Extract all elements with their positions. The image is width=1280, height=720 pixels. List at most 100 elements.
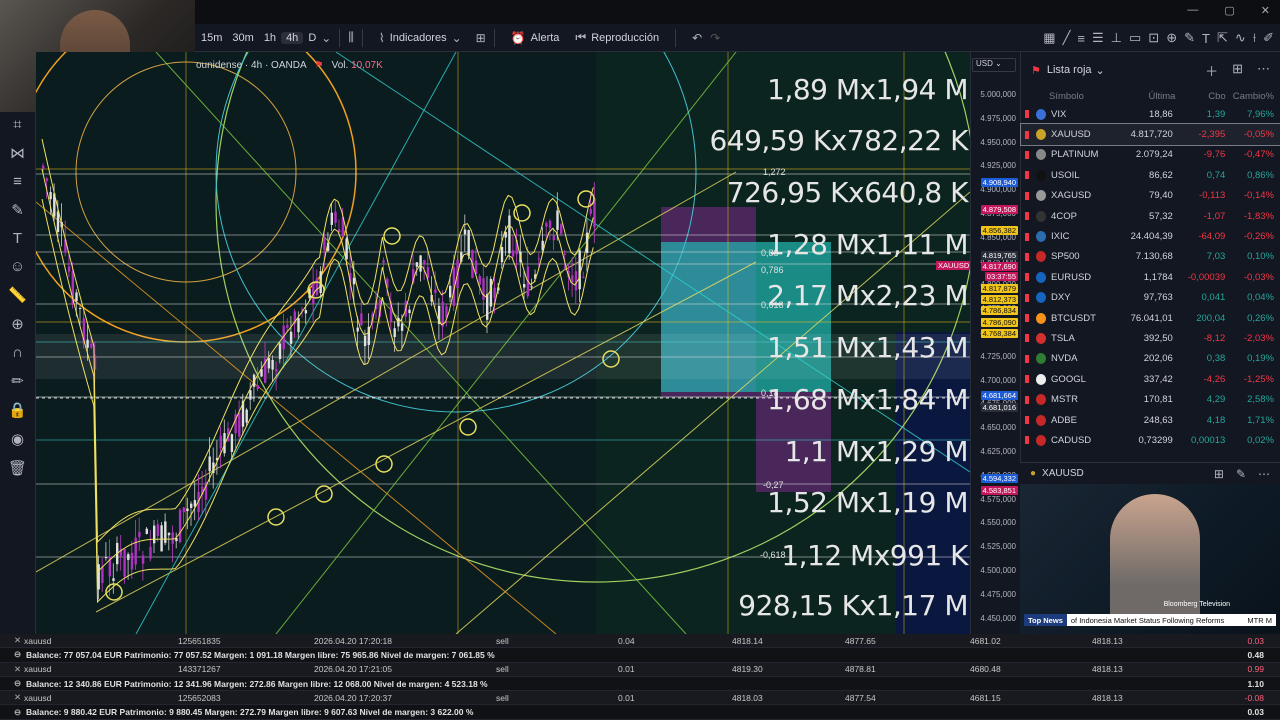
watchlist-row[interactable]: XAGUSD 79,40 -0,113 -0,14% <box>1021 186 1280 206</box>
text-icon[interactable]: T <box>13 230 22 247</box>
watchlist-row[interactable]: USOIL 86,62 0,74 0,86% <box>1021 165 1280 185</box>
col-change[interactable]: Cbo <box>1175 91 1225 102</box>
flag-icon <box>1025 334 1029 343</box>
fib-icon[interactable]: ☰ <box>1092 30 1104 46</box>
layout-icon[interactable]: ⊞ <box>1232 61 1243 80</box>
rectangle-icon[interactable]: ▭ <box>1129 30 1141 46</box>
zoom-icon[interactable]: ⊕ <box>11 315 24 333</box>
trendline-icon[interactable]: ╱ <box>1063 30 1071 46</box>
chevron-down-icon[interactable]: ⌄ <box>321 31 331 45</box>
more-icon[interactable]: ⋯ <box>1257 61 1270 80</box>
magnet-icon[interactable]: ∩ <box>12 344 23 361</box>
timeframe-30m[interactable]: 30m <box>227 32 258 44</box>
close-icon[interactable]: ✕ <box>14 692 21 703</box>
chevron-down-icon[interactable]: ⌄ <box>1096 64 1105 77</box>
lines-icon[interactable]: ≡ <box>13 173 22 190</box>
watchlist-row[interactable]: IXIC 24.404,39 -64,09 -0,26% <box>1021 226 1280 246</box>
close-icon[interactable]: ✕ <box>14 635 21 646</box>
hlines-icon[interactable]: ≡ <box>1077 31 1085 46</box>
price-tag: 4.786,834 <box>980 306 1018 315</box>
col-last[interactable]: Última <box>1123 91 1176 102</box>
pattern-icon[interactable]: ⋈ <box>10 144 25 162</box>
circle-icon[interactable]: ⊕ <box>1166 30 1177 46</box>
ruler-icon[interactable]: 📏 <box>8 286 27 304</box>
watchlist-row[interactable]: BTCUSDT 76.041,01 200,04 0,26% <box>1021 308 1280 328</box>
close-icon[interactable]: ✕ <box>1261 4 1270 17</box>
candles-icon[interactable]: ⫼ <box>348 30 354 45</box>
text-icon[interactable]: T <box>1202 31 1210 46</box>
detail-symbol[interactable]: XAUUSD <box>1042 468 1084 479</box>
pen-icon[interactable]: ✐ <box>1263 30 1274 46</box>
balance-row: ⊖ Balance: 77 057.04 EUR Patrimonio: 77 0… <box>0 648 1280 663</box>
watchlist-row[interactable]: GOOGL 337,42 -4,26 -1,25% <box>1021 369 1280 389</box>
trash-icon[interactable]: 🗑 <box>8 459 27 477</box>
watchlist-row[interactable]: SP500 7.130,68 7,03 0,10% <box>1021 247 1280 267</box>
row-change: -2,395 <box>1198 129 1226 141</box>
watchlist-row[interactable]: NVDA 202,06 0,38 0,19% <box>1021 349 1280 369</box>
indicators-button[interactable]: ⌇ Indicadores ⌄ <box>371 31 470 45</box>
fib-level-label: -0,618 <box>760 550 786 560</box>
vline-icon[interactable]: ⟊ <box>1253 30 1256 46</box>
watchlist-row[interactable]: XAUUSD 4.817,720 -2,395 -0,05% <box>1020 123 1280 146</box>
timeframe-4h[interactable]: 4h <box>281 31 304 44</box>
watchlist-row[interactable]: DXY 97,763 0,041 0,04% <box>1021 288 1280 308</box>
more-icon[interactable]: ⋯ <box>1258 467 1270 481</box>
watchlist-row[interactable]: MSTR 170,81 4,29 2,58% <box>1021 389 1280 409</box>
crosshair-icon[interactable]: ⌗ <box>13 116 21 133</box>
redo-icon[interactable]: ↷ <box>710 31 720 45</box>
lock-pencil-icon[interactable]: ✏ <box>11 372 24 390</box>
edit-icon[interactable]: ✎ <box>1236 467 1246 481</box>
fib-level-label: 0,88 <box>761 248 779 258</box>
currency-selector[interactable]: USD ⌄ <box>972 58 1016 72</box>
alert-button[interactable]: ⏰ Alerta <box>503 31 568 45</box>
row-symbol: TSLA <box>1051 332 1075 344</box>
close-icon[interactable]: ✕ <box>14 664 21 675</box>
minimize-icon[interactable]: — <box>1187 4 1198 17</box>
position-time: 2026.04.20 17:21:05 <box>314 664 392 675</box>
layout-icon[interactable]: ⊞ <box>1214 467 1224 481</box>
watchlist-row[interactable]: EURUSD 1,1784 -0,00039 -0,03% <box>1021 267 1280 287</box>
watchlist-row[interactable]: ADBE 248,63 4,18 1,71% <box>1021 410 1280 430</box>
emoji-icon[interactable]: ☺ <box>10 258 25 275</box>
arrow-icon[interactable]: ⇱ <box>1217 30 1228 46</box>
position-size-label: 1,68 Mx1,84 M <box>767 383 968 416</box>
window-controls[interactable]: — ▢ ✕ <box>1187 4 1270 17</box>
add-symbol-icon[interactable]: ＋ <box>1205 61 1218 80</box>
brush-icon[interactable]: ✎ <box>11 201 24 219</box>
watchlist-row[interactable]: CADUSD 0,73299 0,00013 0,02% <box>1021 430 1280 450</box>
undo-icon[interactable]: ↶ <box>692 31 702 45</box>
timeframe-1h[interactable]: 1h <box>259 32 281 44</box>
watchlist-row[interactable]: VIX 18,86 1,39 7,96% <box>1021 104 1280 124</box>
measure-icon[interactable]: ⊡ <box>1148 30 1159 46</box>
path-icon[interactable]: ∿ <box>1235 30 1246 46</box>
watchlist-row[interactable]: PLATINUM 2.079,24 -9,76 -0,47% <box>1021 145 1280 165</box>
position-row[interactable]: ✕ xauusd 125651835 2026.04.20 17:20:18 sell 0… <box>0 634 1280 649</box>
ruler-icon[interactable]: ⊥ <box>1111 30 1122 46</box>
maximize-icon[interactable]: ▢ <box>1224 4 1234 17</box>
eye-icon[interactable]: ◉ <box>11 430 24 448</box>
watchlist-row[interactable]: 4COP 57,32 -1,07 -1,83% <box>1021 206 1280 226</box>
position-id: 125652083 <box>178 692 221 703</box>
candle-body <box>449 285 452 298</box>
position-row[interactable]: ✕ xauusd 125652083 2026.04.20 17:20:37 sell 0… <box>0 691 1280 706</box>
replay-button[interactable]: ⏮ Reproducción <box>567 30 667 45</box>
col-pct[interactable]: Cambio% <box>1226 91 1274 102</box>
position-size-label: 928,15 Kx1,17 M <box>738 589 968 622</box>
brush-icon[interactable]: ✎ <box>1184 30 1195 46</box>
price-chart[interactable]: ounidense · 4h · OANDA ⚑ Vol. 10,07K 1,8… <box>36 52 970 634</box>
layouts-icon[interactable]: ⊞ <box>476 31 486 45</box>
position-row[interactable]: ✕ xauusd 143371267 2026.04.20 17:21:05 sell 0… <box>0 663 1280 677</box>
position-price: 4818.13 <box>1092 664 1123 675</box>
divider <box>493 28 495 47</box>
timeframe-d[interactable]: D <box>303 32 321 44</box>
symbol-logo-icon <box>1035 129 1047 141</box>
lock-icon[interactable]: 🔒 <box>8 401 27 419</box>
col-symbol[interactable]: Símbolo <box>1049 91 1123 102</box>
grid-icon[interactable]: ▦ <box>1043 30 1055 46</box>
candle-body <box>208 456 211 472</box>
candle-body <box>245 409 248 423</box>
watchlist-title[interactable]: Lista roja <box>1047 64 1092 76</box>
watchlist-row[interactable]: TSLA 392,50 -8,12 -2,03% <box>1021 328 1280 348</box>
timeframe-15m[interactable]: 15m <box>196 32 227 44</box>
price-axis[interactable]: 5.000,000 4.975,000 4.950,000 4.925,000 4.90… <box>970 52 1020 634</box>
